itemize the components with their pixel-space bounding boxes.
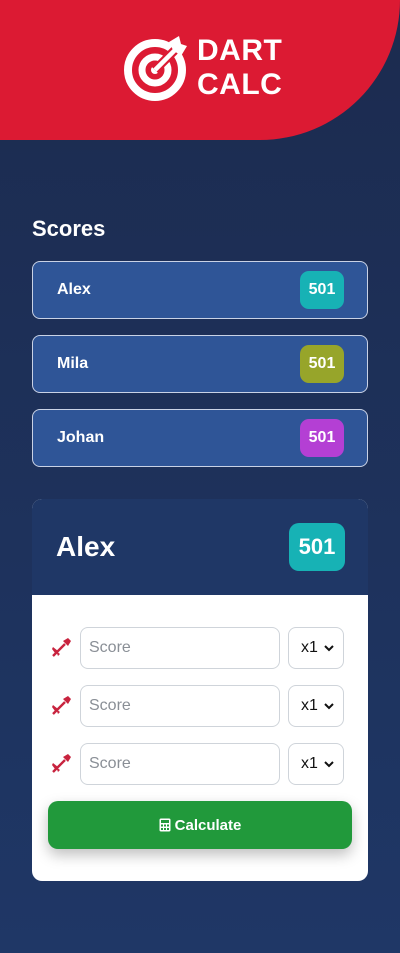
dart-3-score-input[interactable] bbox=[80, 743, 280, 785]
score-row-alex[interactable]: Alex 501 bbox=[32, 261, 368, 319]
dart-row-3: x1 bbox=[48, 743, 352, 785]
dart-1-multiplier-select[interactable]: x1 bbox=[288, 627, 344, 669]
dart-icon bbox=[52, 754, 71, 773]
dart-3-multiplier-select[interactable]: x1 bbox=[288, 743, 344, 785]
current-turn-card: Alex 501 x1 x bbox=[32, 499, 368, 881]
player-name: Johan bbox=[57, 429, 105, 446]
app-title-line2: CALC bbox=[197, 68, 283, 101]
score-badge: 501 bbox=[300, 419, 344, 457]
chevron-down-icon bbox=[324, 703, 334, 710]
score-row-johan[interactable]: Johan 501 bbox=[32, 409, 368, 467]
dart-icon bbox=[52, 638, 71, 657]
scores-heading: Scores bbox=[32, 216, 106, 241]
header-banner: DART CALC bbox=[0, 0, 400, 140]
dart-row-1: x1 bbox=[48, 627, 352, 669]
current-player-header: Alex 501 bbox=[32, 499, 368, 595]
chevron-down-icon bbox=[324, 761, 334, 768]
current-player-name: Alex bbox=[56, 531, 116, 562]
calculate-label: Calculate bbox=[174, 816, 242, 834]
scores-list: Alex 501 Mila 501 Johan 501 bbox=[32, 261, 368, 483]
multiplier-value: x1 bbox=[301, 697, 318, 714]
dart-1-score-input[interactable] bbox=[80, 627, 280, 669]
dart-row-2: x1 bbox=[48, 685, 352, 727]
score-badge: 501 bbox=[300, 345, 344, 383]
score-row-mila[interactable]: Mila 501 bbox=[32, 335, 368, 393]
chevron-down-icon bbox=[324, 645, 334, 652]
dart-inputs: x1 x1 bbox=[32, 595, 368, 849]
bullseye-arrow-icon bbox=[124, 36, 187, 101]
score-badge: 501 bbox=[300, 271, 344, 309]
calculator-icon bbox=[159, 818, 171, 832]
multiplier-value: x1 bbox=[301, 755, 318, 772]
current-score-badge: 501 bbox=[289, 523, 345, 571]
app-title-line1: DART bbox=[197, 34, 283, 67]
player-name: Mila bbox=[57, 355, 89, 372]
multiplier-value: x1 bbox=[301, 639, 318, 656]
dart-2-multiplier-select[interactable]: x1 bbox=[288, 685, 344, 727]
brand: DART CALC bbox=[121, 34, 282, 102]
dart-icon bbox=[52, 696, 71, 715]
dart-2-score-input[interactable] bbox=[80, 685, 280, 727]
calculate-button[interactable]: Calculate bbox=[48, 801, 352, 849]
player-name: Alex bbox=[57, 281, 91, 298]
